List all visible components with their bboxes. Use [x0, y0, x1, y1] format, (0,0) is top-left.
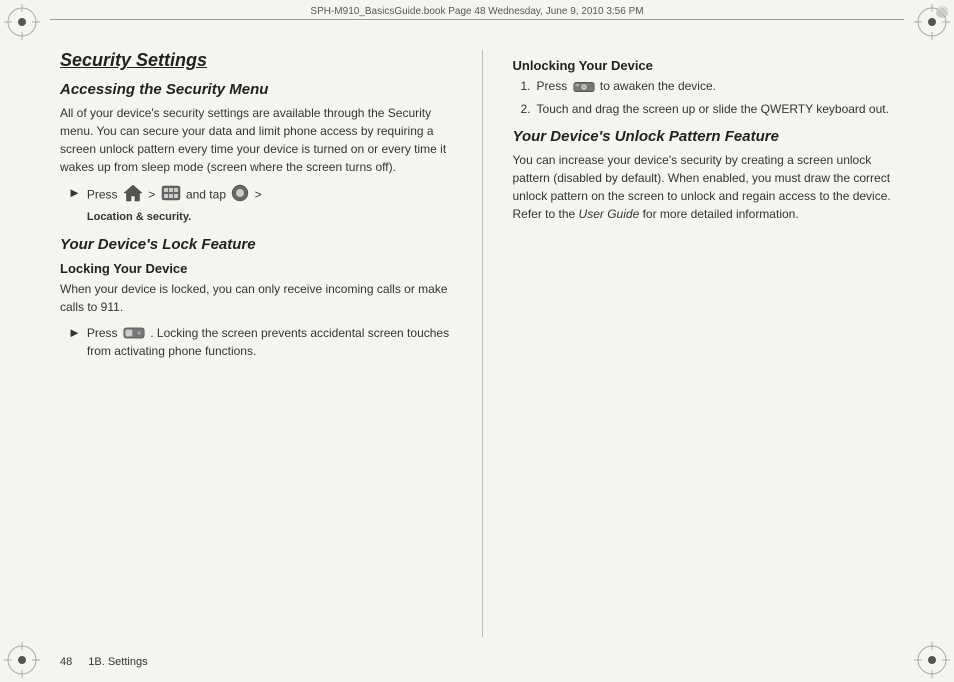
body-suffix-span: for more detailed information.	[639, 207, 798, 221]
bottom-bar: 48 1B. Settings	[60, 656, 894, 668]
bullet-content-2: Press . Locking the screen prevents acci…	[87, 324, 452, 361]
bullet-arrow-1: ►	[68, 185, 81, 200]
bullet1-gt1: >	[148, 188, 155, 202]
unlock-pattern-body: You can increase your device's security …	[513, 151, 905, 223]
bullet1-press-text: Press	[87, 188, 118, 202]
top-bar-text: SPH-M910_BasicsGuide.book Page 48 Wednes…	[310, 6, 643, 17]
main-title: Security Settings	[60, 50, 452, 71]
left-column: Security Settings Accessing the Security…	[60, 38, 452, 637]
menu-grid-icon	[161, 185, 181, 206]
section2-body: When your device is locked, you can only…	[60, 280, 452, 316]
item1-content: Press to awaken the device.	[537, 77, 716, 96]
item1-suffix-text: to awaken the device.	[600, 79, 716, 93]
camera-awaken-icon	[573, 78, 595, 96]
page-number: 48	[60, 656, 72, 668]
column-divider	[482, 50, 483, 637]
item1-press-text: Press	[537, 79, 568, 93]
section1-heading: Accessing the Security Menu	[60, 81, 452, 98]
user-guide-italic: User Guide	[579, 207, 640, 221]
bullet-item-1: ► Press >	[68, 184, 452, 226]
numbered-item-1: 1. Press to awaken the devi	[521, 77, 905, 96]
corner-mark-bl	[4, 642, 40, 678]
section1-body: All of your device's security settings a…	[60, 104, 452, 176]
corner-mark-br	[914, 642, 950, 678]
section2-heading: Your Device's Lock Feature	[60, 236, 452, 253]
bullet-content-1: Press >	[87, 184, 262, 226]
section-label: 1B. Settings	[88, 656, 147, 668]
corner-mark-tl	[4, 4, 40, 40]
item2-text: Touch and drag the screen up or slide th…	[537, 100, 889, 118]
settings-circle-icon	[231, 184, 249, 207]
item2-number: 2.	[521, 100, 531, 118]
bullet-item-2: ► Press . Locking the screen prevents ac…	[68, 324, 452, 361]
unlock-pattern-heading: Your Device's Unlock Pattern Feature	[513, 128, 905, 145]
corner-mark-tr	[914, 4, 950, 40]
bullet-arrow-2: ►	[68, 325, 81, 340]
bullet1-and-tap: and tap	[186, 188, 229, 202]
home-icon	[123, 184, 143, 207]
lock-button-icon	[123, 324, 145, 342]
location-security-label: Location & security.	[87, 211, 191, 223]
page: SPH-M910_BasicsGuide.book Page 48 Wednes…	[0, 0, 954, 682]
unlocking-heading: Unlocking Your Device	[513, 58, 905, 73]
item1-number: 1.	[521, 77, 531, 96]
main-content: Security Settings Accessing the Security…	[60, 38, 904, 637]
bullet2-press-text: Press	[87, 326, 118, 340]
right-column: Unlocking Your Device 1. Press	[513, 38, 905, 637]
numbered-list: 1. Press to awaken the devi	[521, 77, 905, 118]
top-bar: SPH-M910_BasicsGuide.book Page 48 Wednes…	[50, 6, 904, 20]
subsection2-heading: Locking Your Device	[60, 261, 452, 276]
bullet1-gt2: >	[255, 188, 262, 202]
numbered-item-2: 2. Touch and drag the screen up or slide…	[521, 100, 905, 118]
